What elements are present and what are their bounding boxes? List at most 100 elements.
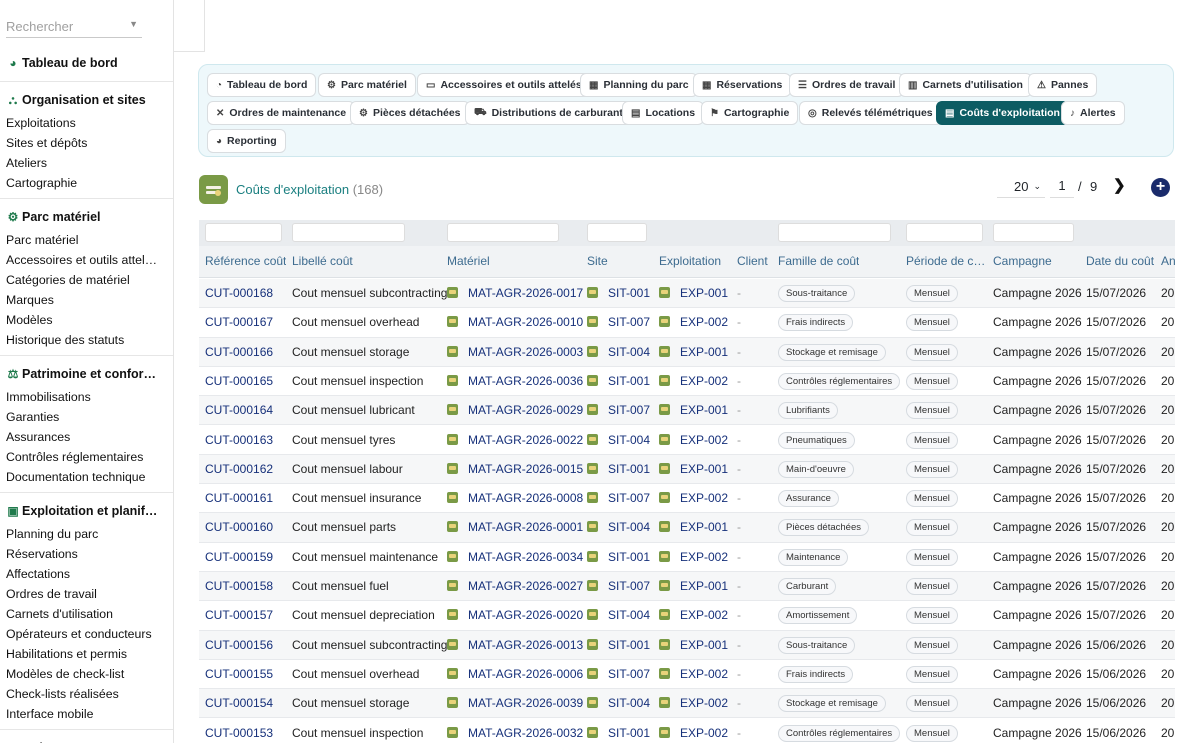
sidebar-item[interactable]: Marques <box>0 290 170 310</box>
table-cell[interactable]: SIT-004 <box>587 696 650 710</box>
cell-text[interactable]: CUT-000155 <box>205 667 273 681</box>
table-row[interactable]: CUT-000164 Cout mensuel lubricant MAT-AGR-… <box>199 396 1175 426</box>
table-cell[interactable]: EXP-002 <box>659 550 728 564</box>
entity-link[interactable]: MAT-AGR-2026-0010 <box>468 315 583 329</box>
table-cell[interactable]: MAT-AGR-2026-0008 <box>447 491 583 505</box>
current-page-input[interactable]: 1 <box>1050 176 1074 198</box>
sidebar-item[interactable]: Sites et dépôts <box>0 133 170 153</box>
table-cell[interactable]: CUT-000158 <box>205 579 273 593</box>
table-row[interactable]: CUT-000154 Cout mensuel storage MAT-AGR-20… <box>199 689 1175 719</box>
entity-link[interactable]: SIT-001 <box>608 726 650 740</box>
chevron-down-icon[interactable]: ▼ <box>129 19 138 29</box>
entity-link[interactable]: SIT-001 <box>608 550 650 564</box>
sidebar-group-0[interactable]: ◕ Tableau de bord <box>0 50 173 76</box>
table-cell[interactable]: MAT-AGR-2026-0034 <box>447 550 583 564</box>
table-cell[interactable]: SIT-007 <box>587 579 650 593</box>
table-row[interactable]: CUT-000160 Cout mensuel parts MAT-AGR-2026… <box>199 513 1175 543</box>
column-header[interactable]: An <box>1161 254 1175 268</box>
table-row[interactable]: CUT-000167 Cout mensuel overhead MAT-AGR-2… <box>199 308 1175 338</box>
sidebar-item[interactable]: Immobilisations <box>0 387 170 407</box>
table-cell[interactable]: MAT-AGR-2026-0001 <box>447 520 583 534</box>
page-size-select[interactable]: 20 ⌄ <box>997 176 1045 198</box>
nav-button-15[interactable]: ♪ Alertes <box>1061 101 1125 125</box>
sidebar-item[interactable]: Interface mobile <box>0 704 170 724</box>
cell-text[interactable]: CUT-000158 <box>205 579 273 593</box>
column-filter-input[interactable] <box>292 223 405 242</box>
table-row[interactable]: CUT-000161 Cout mensuel insurance MAT-AGR-… <box>199 484 1175 514</box>
table-cell[interactable]: SIT-001 <box>587 462 650 476</box>
table-cell[interactable]: SIT-004 <box>587 520 650 534</box>
sidebar-item[interactable]: Modèles de check-list <box>0 664 170 684</box>
entity-link[interactable]: SIT-004 <box>608 696 650 710</box>
table-cell[interactable]: SIT-007 <box>587 315 650 329</box>
sidebar-item[interactable]: Catégories de matériel <box>0 270 170 290</box>
nav-button-4[interactable]: ▦ Réservations <box>693 73 792 97</box>
table-row[interactable]: CUT-000153 Cout mensuel inspection MAT-AGR… <box>199 719 1175 743</box>
nav-button-5[interactable]: ☰ Ordres de travail <box>789 73 905 97</box>
column-header[interactable]: Campagne <box>993 254 1052 268</box>
table-cell[interactable]: EXP-002 <box>659 726 728 740</box>
table-cell[interactable]: EXP-001 <box>659 520 728 534</box>
table-cell[interactable]: CUT-000166 <box>205 345 273 359</box>
table-cell[interactable]: CUT-000167 <box>205 315 273 329</box>
sidebar-item[interactable]: Contrôles réglementaires <box>0 447 170 467</box>
cell-text[interactable]: CUT-000157 <box>205 608 273 622</box>
entity-link[interactable]: EXP-002 <box>680 315 728 329</box>
next-page-icon[interactable]: ❯ <box>1113 176 1126 194</box>
entity-link[interactable]: SIT-007 <box>608 403 650 417</box>
sidebar-group-5[interactable]: ✕Maintenance <box>0 735 173 743</box>
entity-link[interactable]: MAT-AGR-2026-0015 <box>468 462 583 476</box>
entity-link[interactable]: EXP-002 <box>680 550 728 564</box>
nav-button-14[interactable]: ▤ Coûts d'exploitation <box>936 101 1069 125</box>
column-header[interactable]: Exploitation <box>659 254 721 268</box>
table-cell[interactable]: EXP-002 <box>659 667 728 681</box>
table-cell[interactable]: MAT-AGR-2026-0032 <box>447 726 583 740</box>
entity-link[interactable]: EXP-001 <box>680 520 728 534</box>
nav-button-13[interactable]: ◎ Relevés télémétriques <box>799 101 942 125</box>
table-cell[interactable]: EXP-002 <box>659 696 728 710</box>
cell-text[interactable]: CUT-000153 <box>205 726 273 740</box>
search-input[interactable] <box>6 14 124 38</box>
sidebar-item[interactable]: Carnets d'utilisation <box>0 604 170 624</box>
table-cell[interactable]: SIT-001 <box>587 726 650 740</box>
entity-link[interactable]: SIT-004 <box>608 520 650 534</box>
cell-text[interactable]: CUT-000167 <box>205 315 273 329</box>
column-filter-input[interactable] <box>205 223 282 242</box>
table-row[interactable]: CUT-000165 Cout mensuel inspection MAT-AGR… <box>199 367 1175 397</box>
sidebar-item[interactable]: Historique des statuts <box>0 330 170 350</box>
table-cell[interactable]: SIT-001 <box>587 638 650 652</box>
table-row[interactable]: CUT-000158 Cout mensuel fuel MAT-AGR-2026-… <box>199 572 1175 602</box>
entity-link[interactable]: SIT-007 <box>608 579 650 593</box>
table-cell[interactable]: CUT-000159 <box>205 550 273 564</box>
table-cell[interactable]: CUT-000156 <box>205 638 273 652</box>
entity-link[interactable]: EXP-002 <box>680 374 728 388</box>
entity-link[interactable]: MAT-AGR-2026-0034 <box>468 550 583 564</box>
entity-link[interactable]: MAT-AGR-2026-0027 <box>468 579 583 593</box>
entity-link[interactable]: EXP-002 <box>680 667 728 681</box>
entity-link[interactable]: EXP-001 <box>680 579 728 593</box>
table-cell[interactable]: MAT-AGR-2026-0013 <box>447 638 583 652</box>
entity-link[interactable]: MAT-AGR-2026-0003 <box>468 345 583 359</box>
sidebar-item[interactable]: Accessoires et outils attel… <box>0 250 170 270</box>
table-cell[interactable]: EXP-001 <box>659 286 728 300</box>
sidebar-item[interactable]: Modèles <box>0 310 170 330</box>
column-filter-input[interactable] <box>906 223 983 242</box>
sidebar-item[interactable]: Réservations <box>0 544 170 564</box>
nav-button-11[interactable]: ▤ Locations <box>622 101 705 125</box>
table-cell[interactable]: CUT-000162 <box>205 462 273 476</box>
column-header[interactable]: Référence coût <box>205 254 286 268</box>
cell-text[interactable]: CUT-000164 <box>205 403 273 417</box>
table-cell[interactable]: EXP-002 <box>659 608 728 622</box>
entity-link[interactable]: MAT-AGR-2026-0020 <box>468 608 583 622</box>
entity-link[interactable]: EXP-001 <box>680 345 728 359</box>
table-cell[interactable]: EXP-002 <box>659 315 728 329</box>
table-cell[interactable]: EXP-001 <box>659 579 728 593</box>
table-cell[interactable]: SIT-001 <box>587 374 650 388</box>
sidebar-item[interactable]: Habilitations et permis <box>0 644 170 664</box>
table-cell[interactable]: SIT-007 <box>587 491 650 505</box>
table-cell[interactable]: EXP-001 <box>659 345 728 359</box>
entity-link[interactable]: SIT-001 <box>608 286 650 300</box>
table-cell[interactable]: MAT-AGR-2026-0027 <box>447 579 583 593</box>
sidebar-item[interactable]: Garanties <box>0 407 170 427</box>
table-cell[interactable]: CUT-000163 <box>205 433 273 447</box>
